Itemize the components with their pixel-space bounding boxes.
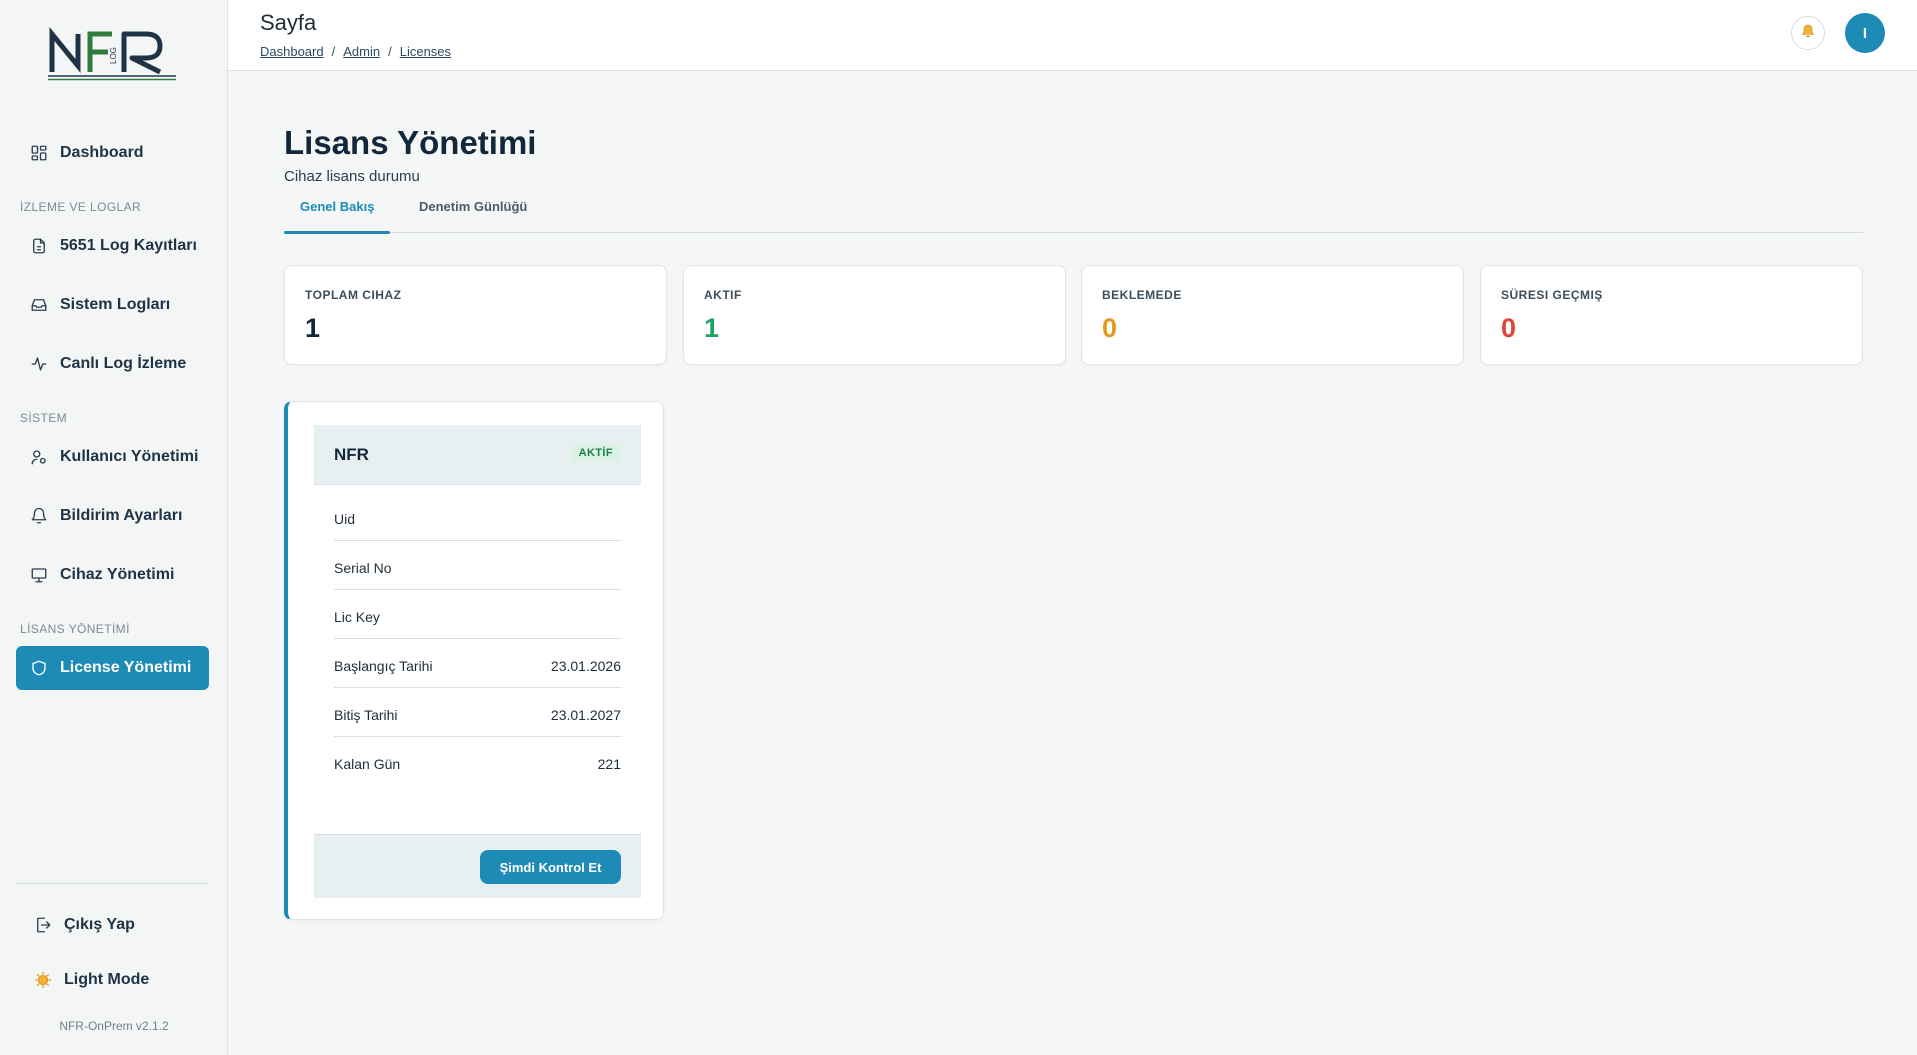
stat-card-pending: BEKLEMEDE 0 bbox=[1081, 265, 1464, 365]
section-label-license: LİSANS YÖNETİMİ bbox=[20, 622, 130, 636]
notifications-button[interactable] bbox=[1791, 16, 1825, 50]
sidebar-item-license-management[interactable]: License Yönetimi bbox=[16, 646, 209, 690]
sidebar-item-label: 5651 Log Kayıtları bbox=[60, 237, 197, 254]
license-row-serial: Serial No bbox=[334, 541, 621, 590]
license-row-end-date: Bitiş Tarihi 23.01.2027 bbox=[334, 688, 621, 737]
page-subtitle: Cihaz lisans durumu bbox=[284, 168, 420, 185]
sidebar-item-label: Dashboard bbox=[60, 144, 144, 161]
sidebar-item-label: Canlı Log İzleme bbox=[60, 355, 187, 372]
sidebar-item-notification-settings[interactable]: Bildirim Ayarları bbox=[16, 494, 209, 538]
user-icon bbox=[30, 448, 48, 466]
sidebar-divider bbox=[16, 883, 209, 884]
theme-toggle-button[interactable]: Light Mode bbox=[16, 958, 209, 1002]
sidebar-item-system-logs[interactable]: Sistem Logları bbox=[16, 283, 209, 327]
stat-label: BEKLEMEDE bbox=[1102, 288, 1182, 302]
stat-label: TOPLAM CIHAZ bbox=[305, 288, 402, 302]
row-key: Bitiş Tarihi bbox=[334, 707, 398, 723]
breadcrumb-licenses[interactable]: Licenses bbox=[400, 44, 451, 59]
sidebar: LOG Dashboard İZLEME VE LOGLAR 5651 Log … bbox=[0, 0, 228, 1055]
sidebar-item-label: Cihaz Yönetimi bbox=[60, 566, 175, 583]
nfr-logo[interactable]: LOG bbox=[48, 26, 178, 82]
monitor-icon bbox=[30, 566, 48, 584]
section-label-system: SİSTEM bbox=[20, 411, 68, 425]
logout-button[interactable]: Çıkış Yap bbox=[16, 903, 209, 947]
stat-value: 1 bbox=[704, 313, 720, 343]
sidebar-item-dashboard[interactable]: Dashboard bbox=[16, 131, 209, 175]
license-card-footer: Şimdi Kontrol Et bbox=[314, 834, 641, 898]
sidebar-item-user-management[interactable]: Kullanıcı Yönetimi bbox=[16, 435, 209, 479]
bell-icon bbox=[1800, 23, 1816, 44]
stat-card-total-devices: TOPLAM CIHAZ 1 bbox=[284, 265, 667, 365]
license-row-days-left: Kalan Gün 221 bbox=[334, 737, 621, 786]
check-now-button[interactable]: Şimdi Kontrol Et bbox=[480, 850, 621, 884]
breadcrumb-separator: / bbox=[331, 44, 336, 59]
row-key: Lic Key bbox=[334, 609, 380, 625]
license-row-start-date: Başlangıç Tarihi 23.01.2026 bbox=[334, 639, 621, 688]
activity-icon bbox=[30, 355, 48, 373]
stat-value: 0 bbox=[1102, 313, 1118, 343]
user-avatar[interactable]: I bbox=[1845, 13, 1885, 53]
stat-value: 0 bbox=[1501, 313, 1517, 343]
top-header: Sayfa Dashboard / Admin / Licenses I bbox=[228, 0, 1917, 71]
svg-text:LOG: LOG bbox=[109, 47, 118, 64]
stat-label: AKTIF bbox=[704, 288, 742, 302]
tab-bar: Genel Bakış Denetim Günlüğü bbox=[283, 190, 1863, 234]
header-title: Sayfa bbox=[260, 10, 317, 35]
stat-card-expired: SÜRESI GEÇMIŞ 0 bbox=[1480, 265, 1863, 365]
grid-icon bbox=[30, 144, 48, 162]
row-key: Başlangıç Tarihi bbox=[334, 658, 433, 674]
status-badge: AKTİF bbox=[570, 444, 621, 462]
sidebar-item-5651-logs[interactable]: 5651 Log Kayıtları bbox=[16, 224, 209, 268]
row-value: 221 bbox=[597, 756, 621, 772]
license-card-header: NFR AKTİF bbox=[314, 425, 641, 485]
row-key: Kalan Gün bbox=[334, 756, 401, 772]
row-value: 23.01.2026 bbox=[550, 658, 621, 674]
section-label-monitoring: İZLEME VE LOGLAR bbox=[20, 200, 142, 214]
bell-icon bbox=[30, 507, 48, 525]
page-title: Lisans Yönetimi bbox=[284, 124, 537, 161]
logout-icon bbox=[34, 916, 52, 934]
row-value: 23.01.2027 bbox=[550, 707, 621, 723]
breadcrumb-dashboard[interactable]: Dashboard bbox=[260, 44, 324, 59]
file-icon bbox=[30, 237, 48, 255]
breadcrumb-admin[interactable]: Admin bbox=[343, 44, 380, 59]
sidebar-item-label: Kullanıcı Yönetimi bbox=[60, 448, 199, 465]
sidebar-item-label: License Yönetimi bbox=[60, 659, 192, 676]
license-row-uid: Uid bbox=[334, 492, 621, 541]
logout-label: Çıkış Yap bbox=[64, 916, 135, 933]
theme-toggle-label: Light Mode bbox=[64, 971, 150, 988]
sidebar-item-device-management[interactable]: Cihaz Yönetimi bbox=[16, 553, 209, 597]
sidebar-item-label: Bildirim Ayarları bbox=[60, 507, 183, 524]
tab-audit-log[interactable]: Denetim Günlüğü bbox=[419, 199, 527, 233]
sun-icon bbox=[34, 971, 52, 989]
app-version: NFR-OnPrem v2.1.2 bbox=[59, 1019, 169, 1033]
license-device-name: NFR bbox=[334, 445, 369, 464]
row-key: Serial No bbox=[334, 560, 392, 576]
row-key: Uid bbox=[334, 511, 356, 527]
inbox-icon bbox=[30, 296, 48, 314]
stat-card-active: AKTIF 1 bbox=[683, 265, 1066, 365]
breadcrumb: Dashboard / Admin / Licenses bbox=[260, 44, 451, 59]
sidebar-item-live-logs[interactable]: Canlı Log İzleme bbox=[16, 342, 209, 386]
tab-overview[interactable]: Genel Bakış bbox=[283, 199, 391, 234]
license-row-lic-key: Lic Key bbox=[334, 590, 621, 639]
stat-label: SÜRESI GEÇMIŞ bbox=[1501, 288, 1603, 302]
shield-icon bbox=[30, 659, 48, 677]
sidebar-item-label: Sistem Logları bbox=[60, 296, 171, 313]
breadcrumb-separator: / bbox=[388, 44, 392, 59]
stat-value: 1 bbox=[305, 313, 321, 343]
license-card: NFR AKTİF Uid Serial No Lic Key Başlangı… bbox=[284, 401, 664, 920]
